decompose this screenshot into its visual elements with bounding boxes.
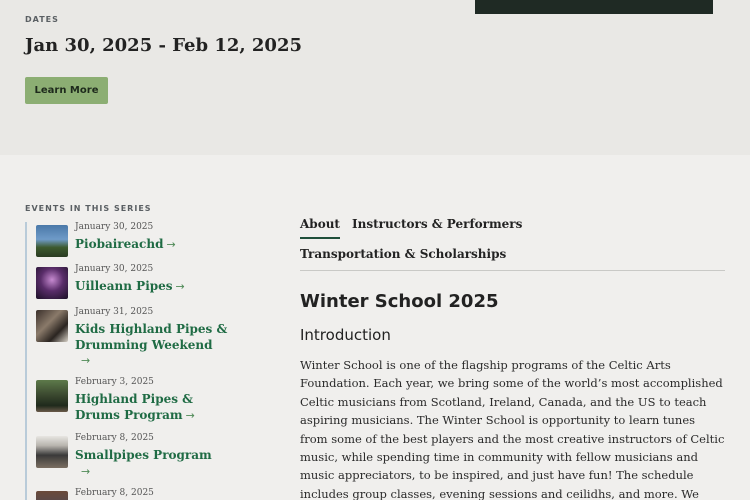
tab-transportation-scholarships[interactable]: Transportation & Scholarships [300, 247, 506, 261]
event-date: January 30, 2025 [75, 264, 154, 274]
hero-section: DATES Jan 30, 2025 - Feb 12, 2025 Learn … [0, 0, 750, 155]
event-title-link[interactable]: Uilleann Pipes → [75, 279, 235, 295]
series-label: EVENTS IN THIS SERIES [25, 204, 152, 213]
arrow-right-icon: → [185, 408, 195, 422]
event-title-link[interactable]: Piobaireachd → [75, 237, 235, 253]
event-title-link[interactable]: Kids Highland Pipes & Drumming Weekend → [75, 322, 235, 369]
content-tabs: About Instructors & Performers Transport… [300, 215, 725, 271]
event-title-link[interactable]: Highland Pipes & Drums Program → [75, 392, 235, 423]
event-thumbnail[interactable] [36, 380, 68, 412]
event-thumbnail[interactable] [36, 491, 68, 500]
dates-label: DATES [25, 15, 59, 24]
section-heading: Introduction [300, 326, 391, 344]
event-date: February 3, 2025 [75, 377, 154, 387]
arrow-right-icon: → [175, 280, 185, 293]
events-series-list: January 30, 2025 Piobaireachd → January 3… [25, 222, 265, 500]
page-title: Winter School 2025 [300, 291, 499, 312]
event-thumbnail[interactable] [36, 436, 68, 468]
tab-instructors-performers[interactable]: Instructors & Performers [352, 217, 522, 231]
intro-paragraph: Winter School is one of the flagship pro… [300, 358, 725, 500]
learn-more-button[interactable]: Learn More [25, 77, 108, 104]
dates-value: Jan 30, 2025 - Feb 12, 2025 [25, 35, 302, 56]
event-date: February 8, 2025 [75, 433, 154, 443]
hero-image [475, 0, 713, 14]
arrow-right-icon: → [81, 354, 91, 367]
event-date: February 8, 2025 [75, 488, 154, 498]
arrow-right-icon: → [81, 464, 91, 478]
event-date: January 30, 2025 [75, 222, 154, 232]
event-thumbnail[interactable] [36, 310, 68, 342]
event-thumbnail[interactable] [36, 267, 68, 299]
event-thumbnail[interactable] [36, 225, 68, 257]
event-title-link[interactable]: Smallpipes Program → [75, 448, 235, 479]
arrow-right-icon: → [166, 238, 176, 251]
event-date: January 31, 2025 [75, 307, 154, 317]
tab-about[interactable]: About [300, 217, 340, 239]
